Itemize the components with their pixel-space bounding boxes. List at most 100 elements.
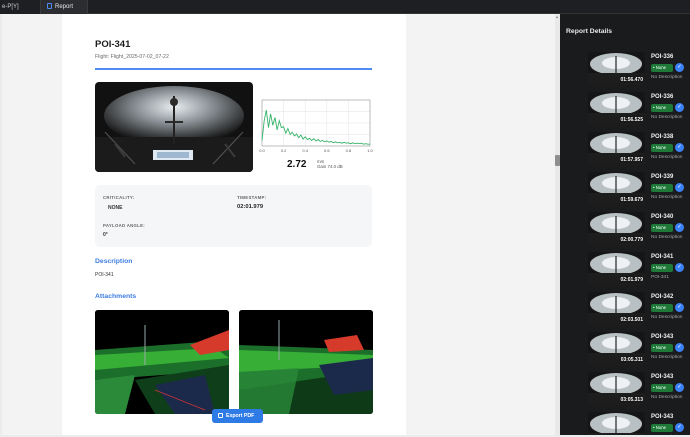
poi-timestamp: 01:56.525 [620,117,643,123]
x-tick-label: 0.4 [302,148,308,153]
document-icon [47,3,52,9]
attachments-heading: Attachments [95,293,137,300]
tab-report[interactable]: Report [40,0,88,14]
poi-thumbnail[interactable]: 02:03.501 [588,292,645,325]
poi-list-item[interactable]: 02:01.979 POI-341 • None ✓ POI-341 [588,252,690,290]
x-tick-label: 0.0 [259,148,265,153]
poi-description: No Description [651,195,683,200]
poi-thumbnail[interactable]: 01:59.679 [588,172,645,205]
check-icon[interactable]: ✓ [675,423,684,432]
poi-list-item[interactable]: 01:59.679 POI-339 • None ✓ No Description [588,172,690,210]
poi-description: No Description [651,115,683,120]
tab-previous[interactable]: e-P[Y] [0,0,40,14]
poi-timestamp: 01:56.470 [620,77,643,83]
check-icon[interactable]: ✓ [675,303,684,312]
x-tick-label: 0.6 [324,148,330,153]
badge-label: None [655,185,666,190]
x-tick-label: 0.2 [281,148,287,153]
attachment-image[interactable] [95,310,229,414]
criticality-badge: • None [651,184,673,192]
poi-thumbnail[interactable]: 01:56.525 [588,92,645,125]
poi-list-item[interactable]: 01:56.525 POI-336 • None ✓ No Description [588,92,690,130]
poi-description: No Description [651,315,683,320]
check-icon[interactable]: ✓ [675,383,684,392]
criticality-badge: • None [651,264,673,272]
poi-timestamp: 01:59.679 [620,197,643,203]
poi-thumbnail[interactable]: 03:05.313 [588,372,645,405]
poi-description: No Description [651,355,683,360]
check-icon[interactable]: ✓ [675,183,684,192]
panel-title: Report Details [566,28,613,35]
poi-photo [95,82,253,172]
poi-title: POI-341 [651,254,674,260]
payload-angle-value: 0° [103,232,108,238]
criticality-badge: • None [651,144,673,152]
poi-thumbnail[interactable] [588,412,645,435]
check-icon[interactable]: ✓ [675,223,684,232]
criticality-badge: • None [651,344,673,352]
poi-list-item[interactable]: 02:03.501 POI-342 • None ✓ No Description [588,292,690,330]
tab-bar: e-P[Y] Report [0,0,690,14]
poi-timestamp: 01:57.957 [620,157,643,163]
poi-title: POI-343 [651,414,674,420]
poi-title: POI-340 [651,214,674,220]
poi-title: POI-343 [651,374,674,380]
poi-description: POI-341 [651,275,669,280]
badge-label: None [655,225,666,230]
check-icon[interactable]: ✓ [675,343,684,352]
report-details-panel: Report Details 01:56.470 POI-336 • None ✓ No… [560,14,690,435]
badge-label: None [655,305,666,310]
gain-label: Gain 74.0 dB [317,164,343,169]
badge-label: None [655,265,666,270]
title-divider [95,68,372,70]
poi-title: POI-343 [651,334,674,340]
measurement-value: 2.72 [287,159,307,170]
description-heading: Description [95,258,133,265]
series-line [261,110,370,145]
x-tick-label: 0.8 [346,148,352,153]
save-icon [218,413,223,418]
export-label: Export PDF [226,413,255,419]
check-icon[interactable]: ✓ [675,143,684,152]
poi-timestamp: 02:00.779 [620,237,643,243]
poi-thumbnail[interactable]: 03:05.311 [588,332,645,365]
poi-list-item[interactable]: 03:05.313 POI-343 • None ✓ No Description [588,372,690,410]
poi-title: POI-336 [651,94,674,100]
scroll-up-icon[interactable] [556,16,558,18]
poi-list-item[interactable]: 02:00.779 POI-340 • None ✓ No Description [588,212,690,250]
report-title: POI-341 [95,39,131,50]
check-icon[interactable]: ✓ [675,263,684,272]
check-icon[interactable]: ✓ [675,63,684,72]
poi-timestamp: 02:01.979 [620,277,643,283]
poi-title: POI-339 [651,174,674,180]
poi-timestamp: 03:05.311 [620,357,643,363]
poi-thumbnail[interactable]: 02:01.979 [588,252,645,285]
export-pdf-button[interactable]: Export PDF [212,409,263,423]
poi-list-item[interactable]: 01:57.957 POI-338 • None ✓ No Description [588,132,690,170]
poi-title: POI-342 [651,294,674,300]
tab-label: Report [55,4,74,10]
criticality-badge: • None [651,64,673,72]
poi-timestamp: 02:03.501 [620,317,643,323]
badge-label: None [655,425,666,430]
info-card: CRITICALITY: NONE TIMESTAMP: 02:01.979 P… [95,185,372,247]
criticality-label: CRITICALITY: [103,195,135,200]
poi-description: No Description [651,75,683,80]
description-text: POI-341 [95,272,114,278]
badge-label: None [655,345,666,350]
criticality-badge: • None [651,424,673,432]
poi-thumbnail[interactable]: 02:00.779 [588,212,645,245]
attachment-image[interactable] [239,310,373,414]
check-icon[interactable]: ✓ [675,103,684,112]
poi-title: POI-338 [651,134,674,140]
report-page: POI-341 Flight: Flight_2025-07-02_07-22 [62,14,406,435]
poi-description: No Description [651,155,683,160]
measurement-unit: mm Gain 74.0 dB [317,159,343,169]
poi-thumbnail[interactable]: 01:57.957 [588,132,645,165]
poi-thumbnail[interactable]: 01:56.470 [588,52,645,85]
poi-list-item[interactable]: 01:56.470 POI-336 • None ✓ No Description [588,52,690,90]
report-subtitle: Flight: Flight_2025-07-02_07-22 [95,54,169,60]
poi-list-item[interactable]: 03:05.311 POI-343 • None ✓ No Description [588,332,690,370]
poi-list-item[interactable]: POI-343• None✓No Description [588,412,690,435]
payload-angle-label: PAYLOAD ANGLE: [103,223,145,228]
